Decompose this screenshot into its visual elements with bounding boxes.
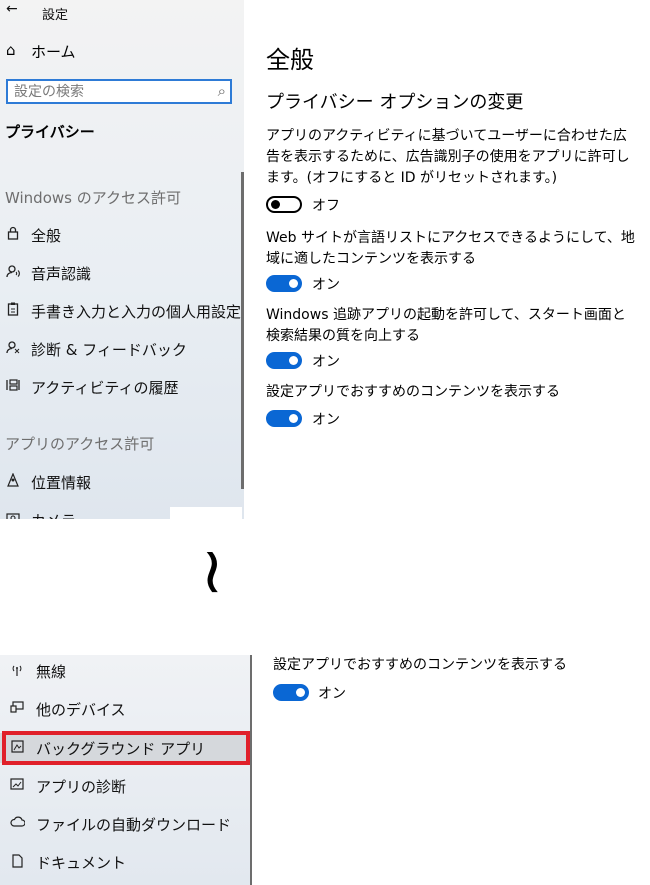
sidebar-item-label: 手書き入力と入力の個人用設定 — [31, 303, 242, 321]
setting-description-language: Web サイトが言語リストにアクセスできるようにして、地域に適したコンテンツを表… — [266, 230, 635, 267]
toggle-app-launch-tracking[interactable] — [266, 352, 302, 369]
sidebar-border — [250, 655, 252, 885]
back-arrow-icon[interactable]: ← — [6, 0, 18, 18]
section-title: プライバシー — [5, 123, 95, 141]
sidebar-item-inking[interactable]: 手書き入力と入力の個人用設定 — [0, 297, 242, 325]
group-heading-windows: Windows のアクセス許可 — [5, 189, 181, 207]
window-title: 設定 — [42, 8, 69, 23]
sidebar-item-documents[interactable]: ドキュメント — [0, 847, 248, 877]
sidebar-item-label: ホーム — [31, 43, 76, 61]
settings-sidebar: ← 設定 ⌂ ホーム ⌕ プライバシー Windows のアクセス許可 全般 音… — [0, 0, 244, 519]
location-icon — [5, 472, 21, 491]
setting-description-ads: アプリのアクティビティに基づいてユーザーに合わせた広告を表示するために、広告識別… — [266, 128, 630, 186]
sidebar-item-label: アクティビティの履歴 — [31, 379, 179, 397]
sidebar-item-label: 音声認識 — [31, 265, 92, 283]
sidebar-item-location[interactable]: 位置情報 — [0, 468, 240, 496]
feedback-icon — [5, 340, 21, 358]
devices-icon — [8, 701, 26, 717]
crop-mask — [170, 507, 242, 525]
sidebar-item-label: 無線 — [36, 663, 67, 681]
search-box[interactable]: ⌕ — [6, 79, 232, 104]
separator-tilde: ~ — [175, 545, 250, 599]
antenna-icon — [8, 663, 26, 681]
lock-icon — [5, 226, 21, 244]
sidebar-item-speech[interactable]: 音声認識 — [0, 259, 240, 287]
search-icon[interactable]: ⌕ — [218, 82, 226, 100]
sidebar-item-label: 診断 & フィードバック — [31, 341, 187, 359]
home-icon: ⌂ — [6, 41, 16, 59]
toggle-state-label: オン — [312, 277, 340, 293]
highlight-box — [2, 731, 250, 765]
timeline-icon — [5, 378, 21, 396]
toggle-state-label: オン — [312, 412, 340, 428]
document-icon — [8, 854, 26, 872]
sidebar-item-home[interactable]: ⌂ ホーム — [0, 38, 240, 64]
app-diagnostics-icon — [8, 778, 26, 794]
speech-icon — [5, 264, 21, 282]
sidebar-item-label: 全般 — [31, 227, 62, 245]
sidebar-item-label: ドキュメント — [36, 854, 127, 872]
toggle-advertising-id[interactable] — [266, 196, 302, 213]
group-heading-apps: アプリのアクセス許可 — [5, 435, 155, 453]
toggle-state-label: オフ — [312, 198, 340, 214]
sidebar-item-activity-history[interactable]: アクティビティの履歴 — [0, 373, 240, 401]
sidebar-item-label: アプリの診断 — [36, 778, 127, 796]
sidebar-item-label: カメラ — [31, 510, 76, 519]
toggle-state-label: オン — [318, 686, 346, 702]
sidebar-item-auto-download[interactable]: ファイルの自動ダウンロード — [0, 809, 248, 839]
setting-description-app-launch: Windows 追跡アプリの起動を許可して、スタート画面と検索結果の質を向上する — [266, 307, 626, 344]
sidebar-item-app-diagnostics[interactable]: アプリの診断 — [0, 771, 248, 801]
sidebar-item-label: 位置情報 — [31, 474, 92, 492]
sidebar-item-general[interactable]: 全般 — [0, 221, 240, 249]
page-title: 全般 — [266, 46, 314, 74]
toggle-language-list[interactable] — [266, 275, 302, 292]
sidebar-item-other-devices[interactable]: 他のデバイス — [0, 694, 248, 724]
search-input[interactable] — [14, 82, 204, 101]
camera-icon — [5, 511, 21, 519]
sidebar-item-label: 他のデバイス — [36, 701, 126, 719]
cloud-icon — [8, 816, 26, 831]
toggle-suggested-content[interactable] — [266, 410, 302, 427]
setting-description-suggested: 設定アプリでおすすめのコンテンツを表示する — [266, 384, 560, 400]
settings-sidebar-bottom: 無線 他のデバイス バックグラウンド アプリ アプリの診断 ファイルの自動ダウン… — [0, 655, 250, 885]
toggle-suggested-content-bottom[interactable] — [273, 684, 309, 701]
section-subtitle: プライバシー オプションの変更 — [266, 92, 524, 113]
toggle-state-label: オン — [312, 354, 340, 370]
sidebar-scrollbar[interactable] — [241, 172, 244, 489]
sidebar-item-label: ファイルの自動ダウンロード — [36, 816, 232, 834]
clipboard-icon — [5, 302, 21, 320]
setting-description-suggested-bottom: 設定アプリでおすすめのコンテンツを表示する — [273, 657, 567, 673]
sidebar-item-diagnostics[interactable]: 診断 & フィードバック — [0, 335, 240, 363]
sidebar-item-radios[interactable]: 無線 — [0, 656, 248, 686]
